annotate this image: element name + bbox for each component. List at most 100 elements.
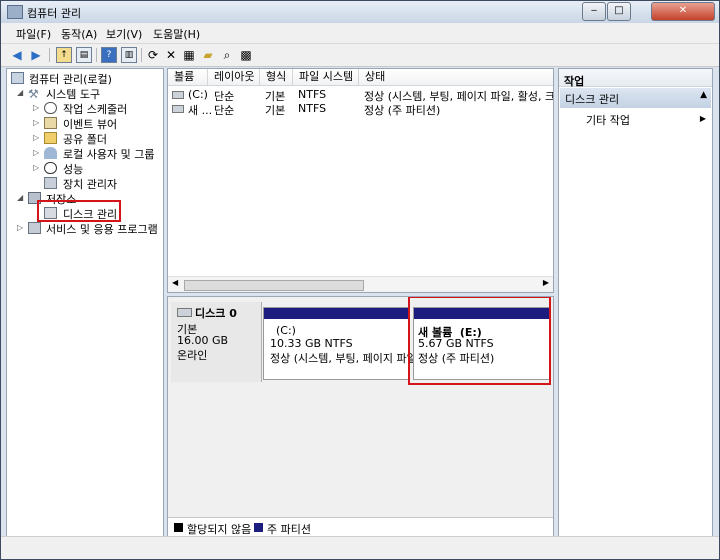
col-type[interactable]: 형식 — [260, 69, 293, 86]
table-cell[interactable]: 새 ... — [188, 102, 212, 118]
users-icon — [44, 147, 57, 159]
console-tree-icon[interactable]: ▤ — [76, 47, 92, 63]
action-pane-icon[interactable]: ▥ — [121, 47, 137, 63]
legend-label: 할당되지 않음 — [187, 523, 252, 536]
toolbar: ◀ ▶ ↑ ▤ ? ▥ ⟳ ✕ ▦ ▰ ⌕ ▩ — [1, 44, 719, 67]
legend-bar: 할당되지 않음 주 파티션 — [168, 517, 553, 536]
collapse-icon[interactable]: ◢ — [17, 88, 23, 97]
volume-list: 볼륨 레이아웃 형식 파일 시스템 상태 (C:) 단순 기본 NTFS 정상 … — [167, 68, 554, 293]
menu-file[interactable]: 파일(F) — [16, 26, 51, 42]
disk-size: 16.00 GB — [177, 334, 229, 347]
back-icon[interactable]: ◀ — [9, 47, 25, 63]
computer-icon — [11, 72, 24, 84]
more-actions-label: 기타 작업 — [586, 114, 630, 127]
event-viewer-icon — [44, 117, 57, 129]
col-filesystem[interactable]: 파일 시스템 — [293, 69, 359, 86]
disk-icon — [177, 308, 192, 317]
table-cell: NTFS — [298, 88, 327, 101]
export-icon[interactable]: ▩ — [238, 47, 254, 63]
open-folder-icon[interactable]: ▰ — [200, 47, 216, 63]
properties-icon[interactable]: ▦ — [181, 47, 197, 63]
disk-graphical-view: 디스크 0 기본 16.00 GB 온라인 (C:) 10.33 GB NTFS… — [167, 296, 554, 537]
table-cell: 단순 — [214, 104, 235, 117]
table-cell[interactable]: (C:) — [188, 88, 208, 101]
computer-management-icon — [7, 5, 23, 19]
collapse-arrow-icon[interactable]: ▲ — [700, 90, 707, 100]
tools-icon: ⚒ — [28, 87, 39, 101]
menu-bar: 파일(F) 동작(A) 보기(V) 도움말(H) — [1, 23, 719, 44]
up-folder-icon[interactable]: ↑ — [56, 47, 72, 63]
horizontal-scrollbar[interactable]: ◀ ▶ — [168, 276, 553, 292]
help-icon[interactable]: ? — [101, 47, 117, 63]
table-cell: 정상 (주 파티션) — [364, 104, 441, 117]
tree-label: 서비스 및 응용 프로그램 — [46, 223, 158, 236]
clock-icon — [44, 102, 57, 114]
tree-label: 로컬 사용자 및 그룹 — [63, 148, 155, 161]
collapse-icon[interactable]: ◢ — [17, 193, 23, 202]
minimize-icon: ‒ — [590, 5, 598, 16]
submenu-arrow-icon[interactable]: ▶ — [700, 114, 706, 123]
refresh-icon[interactable]: ⟳ — [145, 47, 161, 63]
device-manager-icon — [44, 177, 57, 189]
services-icon — [28, 222, 41, 234]
volume-size: 10.33 GB NTFS — [270, 337, 353, 350]
computer-management-window: 컴퓨터 관리 ‒ □ ✕ 파일(F) 동작(A) 보기(V) 도움말(H) ◀ … — [0, 0, 720, 560]
actions-section-label: 디스크 관리 — [565, 93, 620, 106]
scroll-thumb[interactable] — [184, 280, 364, 291]
shared-folder-icon — [44, 132, 57, 144]
actions-pane: 작업 디스크 관리 ▲ 기타 작업 ▶ — [558, 68, 713, 538]
tree-label: 장치 관리자 — [63, 178, 118, 191]
volume-icon — [172, 91, 184, 99]
window-title: 컴퓨터 관리 — [27, 7, 82, 20]
close-button[interactable]: ✕ — [651, 2, 715, 21]
forward-icon[interactable]: ▶ — [28, 47, 44, 63]
search-icon[interactable]: ⌕ — [219, 47, 235, 63]
menu-view[interactable]: 보기(V) — [106, 26, 142, 42]
performance-icon — [44, 162, 57, 174]
expand-icon[interactable]: ▷ — [33, 163, 39, 172]
tree-label: 이벤트 뷰어 — [63, 118, 118, 131]
scroll-left-icon[interactable]: ◀ — [172, 278, 178, 287]
tree-root-label: 컴퓨터 관리(로컬) — [29, 73, 112, 86]
tree-label: 시스템 도구 — [46, 88, 101, 101]
scroll-right-icon[interactable]: ▶ — [543, 278, 549, 287]
col-volume[interactable]: 볼륨 — [168, 69, 208, 86]
table-cell: 기본 — [265, 104, 286, 117]
volume-name: (C:) — [276, 324, 296, 337]
minimize-button[interactable]: ‒ — [582, 2, 606, 21]
expand-icon[interactable]: ▷ — [33, 148, 39, 157]
more-actions-item[interactable]: 기타 작업 — [586, 112, 630, 128]
actions-header: 작업 — [559, 69, 712, 88]
expand-icon[interactable]: ▷ — [33, 133, 39, 142]
volume-card-c[interactable]: (C:) 10.33 GB NTFS 정상 (시스템, 부팅, 페이지 파일 — [263, 307, 417, 380]
highlight-box — [37, 200, 121, 222]
partition-bar — [264, 308, 408, 319]
legend-label: 주 파티션 — [267, 523, 311, 536]
restore-icon: □ — [614, 5, 624, 16]
tree-label: 작업 스케줄러 — [63, 103, 128, 116]
legend-swatch-primary — [254, 523, 263, 532]
disk-name: 디스크 0 — [195, 307, 237, 320]
status-bar — [1, 536, 719, 559]
restore-button[interactable]: □ — [607, 2, 631, 21]
title-bar: 컴퓨터 관리 ‒ □ ✕ — [1, 1, 719, 23]
menu-help[interactable]: 도움말(H) — [153, 26, 200, 42]
tree-label: 성능 — [63, 163, 84, 176]
col-status[interactable]: 상태 — [359, 69, 553, 86]
close-icon: ✕ — [678, 5, 688, 16]
expand-icon[interactable]: ▷ — [33, 118, 39, 127]
table-cell: NTFS — [298, 102, 327, 115]
actions-section-disk-management[interactable]: 디스크 관리 ▲ — [560, 88, 711, 108]
tree-label: 공유 폴더 — [63, 133, 107, 146]
volume-status: 정상 (시스템, 부팅, 페이지 파일 — [270, 352, 417, 365]
menu-action[interactable]: 동작(A) — [61, 26, 97, 42]
console-tree: 컴퓨터 관리(로컬) ◢ ⚒ 시스템 도구 ▷ 작업 스케줄러 ▷ 이벤트 뷰어… — [6, 68, 164, 538]
expand-icon[interactable]: ▷ — [17, 223, 23, 232]
expand-icon[interactable]: ▷ — [33, 103, 39, 112]
disk-info-panel[interactable]: 디스크 0 기본 16.00 GB 온라인 — [171, 302, 262, 382]
volume-icon — [172, 105, 184, 113]
highlight-box — [408, 297, 551, 385]
delete-icon[interactable]: ✕ — [163, 47, 179, 63]
disk-status: 온라인 — [177, 349, 208, 362]
col-layout[interactable]: 레이아웃 — [208, 69, 260, 86]
